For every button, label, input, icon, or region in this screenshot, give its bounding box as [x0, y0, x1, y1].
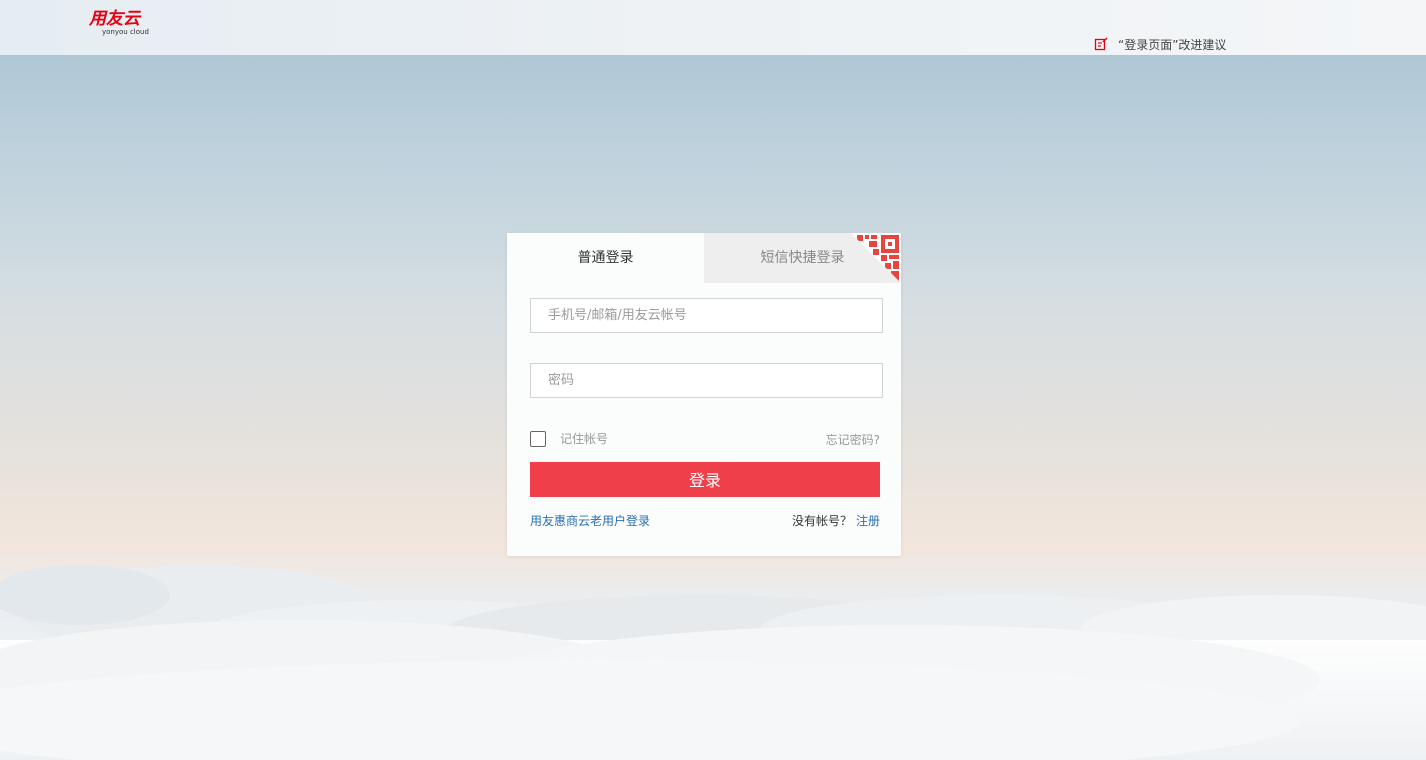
remember-checkbox[interactable]	[530, 430, 546, 447]
feedback-link[interactable]: “登录页面”改进建议	[1094, 35, 1226, 53]
remember-account[interactable]: 记住帐号	[530, 430, 608, 447]
feedback-label: “登录页面”改进建议	[1118, 37, 1227, 52]
edit-note-icon	[1094, 37, 1108, 51]
tab-normal-login[interactable]: 普通登录	[507, 233, 704, 283]
qr-code-icon[interactable]	[851, 233, 901, 283]
login-button[interactable]: 登录	[530, 462, 880, 497]
account-input[interactable]	[530, 298, 883, 333]
login-tabs: 普通登录 短信快捷登录	[507, 233, 901, 283]
cloud-background	[0, 565, 1426, 760]
logo-text: 用友云	[89, 9, 140, 29]
old-user-login-link[interactable]: 用友惠商云老用户登录	[530, 512, 650, 529]
top-header: 用友云 yonyou cloud “登录页面”改进建议	[0, 0, 1426, 55]
password-input[interactable]	[530, 363, 883, 398]
login-page: 用友云 yonyou cloud “登录页面”改进建议 普通登录 短信快捷登录	[0, 0, 1426, 760]
forgot-password-link[interactable]: 忘记密码?	[826, 431, 880, 448]
register-row: 没有帐号？ 注册	[792, 512, 880, 529]
no-account-text: 没有帐号？	[791, 514, 852, 528]
login-card: 普通登录 短信快捷登录 手机号/邮箱/用友云帐号 记住帐号 忘记密码? 登录 用…	[507, 233, 901, 556]
remember-label: 记住帐号	[560, 432, 609, 446]
yonyou-logo[interactable]: 用友云 yonyou cloud	[89, 10, 151, 42]
register-link[interactable]: 注册	[856, 514, 880, 528]
logo-subtext: yonyou cloud	[102, 28, 149, 36]
